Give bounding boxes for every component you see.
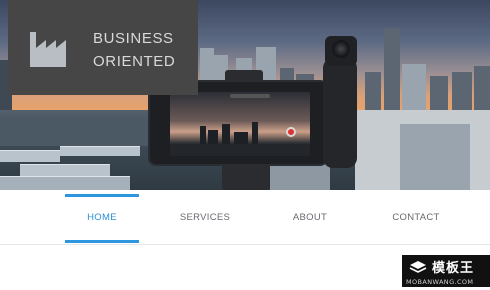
- watermark: 模板王 MOBANWANG.COM: [402, 255, 490, 287]
- warehouse-roof: [0, 150, 60, 162]
- brand-name-line1: BUSINESS: [93, 30, 174, 47]
- screen-status-bar: [230, 94, 270, 98]
- foreground-block: [0, 118, 150, 146]
- screen-ground: [170, 144, 310, 156]
- gimbal-mount: [222, 164, 270, 190]
- watermark-url: MOBANWANG.COM: [406, 278, 474, 286]
- camera-lens-icon: [332, 40, 350, 58]
- skyline-building: [384, 28, 400, 118]
- screen-building: [222, 124, 230, 144]
- nav-about[interactable]: ABOUT: [273, 190, 347, 245]
- nav-contact[interactable]: CONTACT: [379, 190, 453, 245]
- warehouse-roof: [20, 164, 110, 176]
- foreground-building: [400, 124, 470, 190]
- warehouse-roof: [60, 146, 140, 156]
- nav-home[interactable]: HOME: [65, 190, 139, 245]
- screen-building: [252, 122, 258, 144]
- active-indicator-top: [65, 194, 139, 197]
- nav-home-label: HOME: [87, 212, 117, 223]
- nav-services-label: SERVICES: [179, 212, 231, 223]
- phone-screen: [170, 92, 310, 156]
- nav-about-label: ABOUT: [292, 212, 328, 223]
- screen-building: [200, 126, 206, 144]
- watermark-logo-icon: [409, 261, 427, 273]
- nav-contact-label: CONTACT: [392, 212, 440, 223]
- screen-building: [208, 130, 218, 144]
- nav-services[interactable]: SERVICES: [168, 190, 242, 245]
- record-button-icon: [286, 127, 296, 137]
- active-indicator-bottom: [65, 240, 139, 243]
- screen-building: [234, 132, 248, 144]
- main-navigation: HOME SERVICES ABOUT CONTACT: [0, 190, 490, 245]
- watermark-text: 模板王: [432, 261, 475, 276]
- brand-logo-box[interactable]: BUSINESS ORIENTED: [8, 0, 198, 95]
- factory-icon: [30, 32, 66, 67]
- gimbal-handle: [323, 58, 357, 168]
- brand-name-line2: ORIENTED: [93, 53, 176, 70]
- hero-banner: BUSINESS ORIENTED: [0, 0, 490, 190]
- warehouse-roof: [0, 176, 130, 190]
